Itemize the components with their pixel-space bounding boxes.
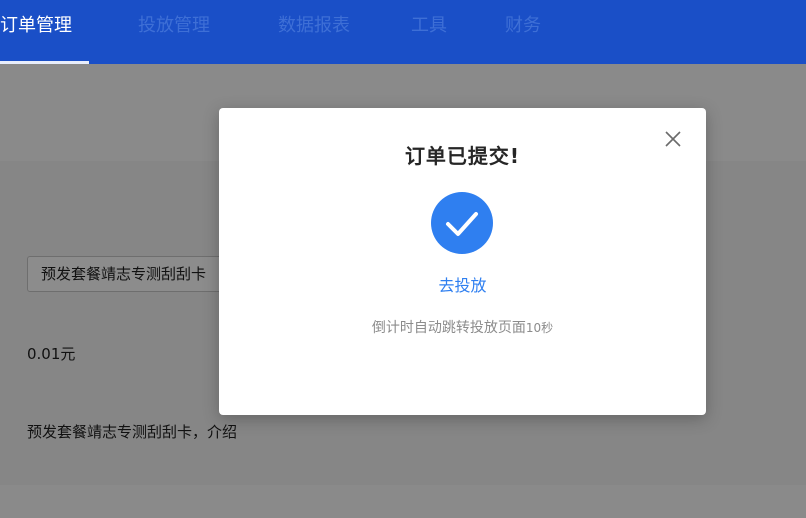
countdown-seconds: 10秒 xyxy=(525,321,554,335)
countdown-label: 倒计时自动跳转投放页面 xyxy=(371,320,526,336)
order-submitted-dialog: 订单已提交! 去投放 倒计时自动跳转投放页面10秒 xyxy=(219,108,706,415)
countdown-text: 倒计时自动跳转投放页面10秒 xyxy=(219,317,706,337)
check-circle-icon xyxy=(431,192,493,254)
go-deliver-link[interactable]: 去投放 xyxy=(219,272,706,296)
dialog-title: 订单已提交! xyxy=(404,144,521,168)
